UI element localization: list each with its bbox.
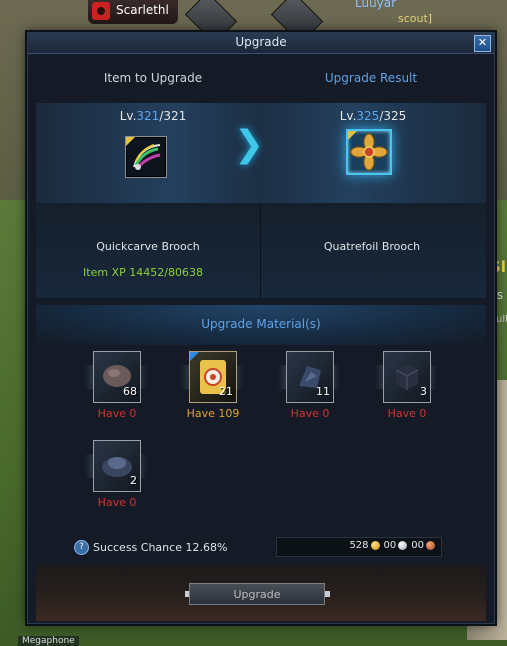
- source-item-name: Quickcarve Brooch: [96, 240, 200, 253]
- player-nameplate[interactable]: Scarlethl: [88, 0, 178, 24]
- result-item-level: Lv.325/325: [339, 109, 407, 123]
- success-chance-text: Success Chance 12.68%: [93, 541, 228, 554]
- help-icon[interactable]: ?: [74, 540, 89, 555]
- upgrade-cost: 528 00 00: [276, 537, 442, 557]
- source-item-xp: Item XP 14452/80638: [83, 266, 203, 279]
- material-slot-4[interactable]: 3 Have 0: [375, 351, 445, 431]
- material-have-count: Have 0: [97, 496, 137, 509]
- result-item-slot[interactable]: [346, 129, 392, 175]
- cost-values: 528 00 00: [349, 540, 437, 551]
- copper-amount: 00: [411, 540, 424, 551]
- material-have-count: Have 0: [97, 407, 137, 420]
- material-slot-5[interactable]: 2 Have 0: [85, 440, 155, 520]
- materials-title: Upgrade Material(s): [201, 317, 321, 331]
- upgrade-button[interactable]: Upgrade: [189, 583, 325, 605]
- material-required-count: 68: [123, 385, 137, 398]
- material-slot-3[interactable]: 11 Have 0: [278, 351, 348, 431]
- material-slot-2[interactable]: 21 Have 109: [181, 351, 251, 431]
- copper-coin-icon: [426, 541, 435, 550]
- item-to-upgrade-header: Item to Upgrade: [103, 71, 203, 85]
- silver-coin-icon: [398, 541, 408, 550]
- material-required-count: 21: [219, 385, 233, 398]
- grade-corner-icon: [126, 137, 135, 146]
- name-band-divider: [260, 203, 261, 298]
- gold-coin-icon: [370, 541, 380, 550]
- guild-emblem-icon: [92, 2, 110, 20]
- player-name: Scarlethl: [116, 3, 169, 17]
- result-item-name: Quatrefoil Brooch: [323, 240, 421, 253]
- material-required-count: 3: [420, 385, 427, 398]
- other-player-name: Luuyar: [355, 0, 397, 10]
- upgrade-arrow-icon: ❯: [234, 124, 265, 165]
- upgrade-result-header: Upgrade Result: [324, 71, 418, 85]
- source-item-slot[interactable]: [125, 136, 167, 178]
- other-player-tag: scout]: [398, 12, 433, 25]
- window-title: Upgrade: [235, 35, 287, 49]
- grade-corner-icon: [348, 131, 357, 140]
- upgrade-window: Upgrade ✕ Item to Upgrade Upgrade Result…: [27, 32, 495, 624]
- material-have-count: Have 109: [186, 407, 240, 420]
- success-chance: ? Success Chance 12.68%: [74, 539, 274, 555]
- grade-corner-icon: [190, 352, 199, 361]
- gold-amount: 528: [349, 540, 369, 551]
- material-required-count: 11: [316, 385, 330, 398]
- material-required-count: 2: [130, 474, 137, 487]
- side-hud-text-3: ulti]: [496, 314, 507, 325]
- material-have-count: Have 0: [387, 407, 427, 420]
- silver-amount: 00: [383, 540, 397, 551]
- source-item-level: Lv.321/321: [119, 109, 187, 123]
- megaphone-tab[interactable]: Megaphone: [18, 636, 79, 646]
- close-button[interactable]: ✕: [474, 35, 491, 52]
- material-slot-1[interactable]: 68 Have 0: [85, 351, 155, 431]
- material-have-count: Have 0: [290, 407, 330, 420]
